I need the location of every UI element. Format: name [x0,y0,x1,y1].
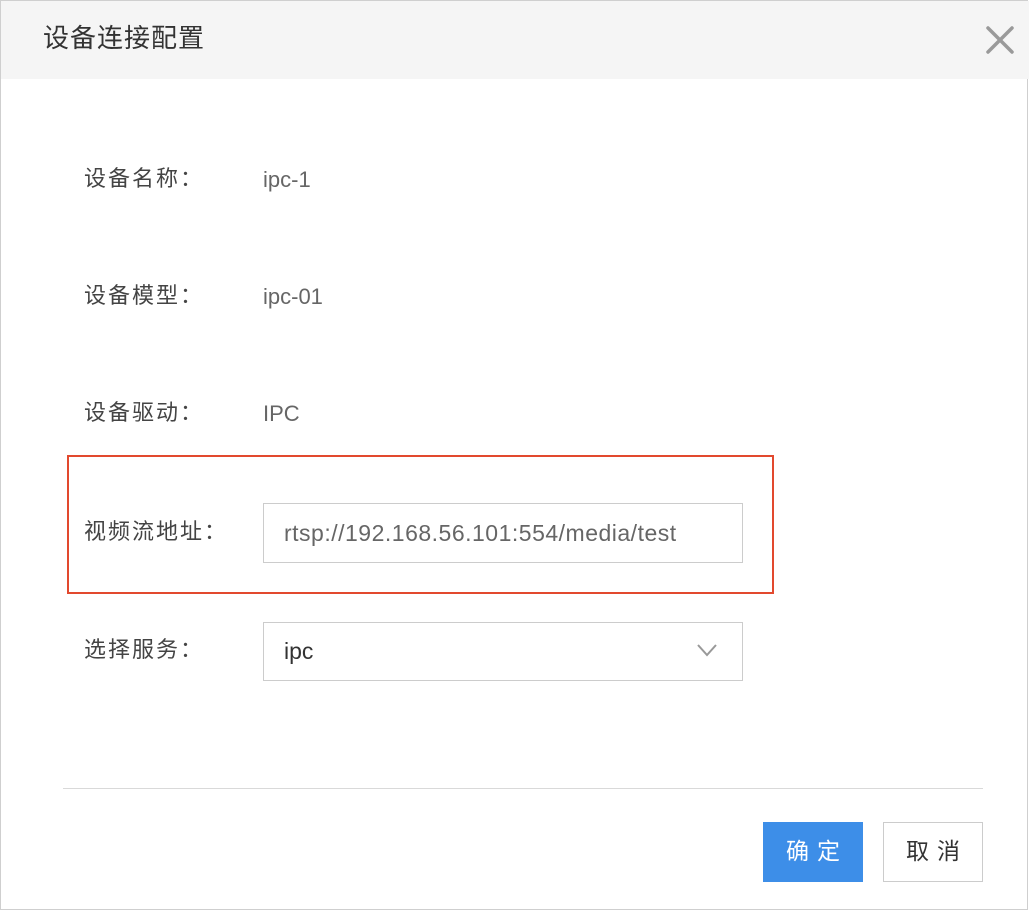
service-select[interactable]: ipc [263,622,743,681]
stream-url-input[interactable] [263,503,743,563]
stream-url-label: 视频流地址： [84,520,229,545]
device-name-value: ipc-1 [263,167,311,192]
service-select-arrow [696,642,718,662]
chevron-down-icon [697,644,717,657]
device-model-value: ipc-01 [263,284,323,309]
device-model-label: 设备模型： [84,284,205,309]
device-connection-dialog: 设备连接配置 设备名称： ipc-1 设备模型： ipc-01 设备驱动： IP… [0,0,1029,910]
service-label: 选择服务： [84,638,205,663]
close-icon [986,26,1014,54]
dialog-header: 设备连接配置 [1,1,1029,79]
device-driver-label: 设备驱动： [84,401,205,426]
service-select-value: ipc [284,638,314,664]
device-driver-value: IPC [263,401,300,426]
cancel-button[interactable]: 取消 [883,822,983,882]
device-name-label: 设备名称： [84,167,205,192]
confirm-button[interactable]: 确定 [763,822,863,882]
close-button[interactable] [981,21,1019,59]
dialog-title: 设备连接配置 [43,24,206,54]
footer-divider [63,788,983,789]
